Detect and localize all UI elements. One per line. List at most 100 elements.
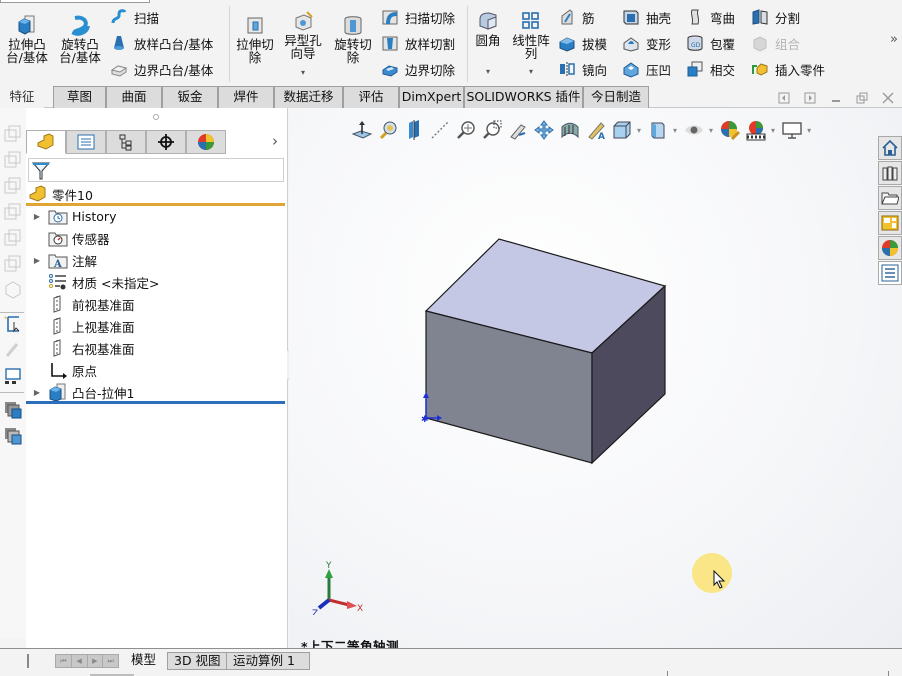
extruded-boss-button[interactable]: 拉伸凸 台/基体 bbox=[4, 14, 50, 64]
wrap-button[interactable]: GD 包覆 bbox=[686, 32, 735, 54]
expand-arrow-icon[interactable]: ▶ bbox=[26, 212, 48, 221]
insert-part-icon bbox=[752, 63, 768, 76]
combine-button[interactable]: 组合 bbox=[751, 32, 800, 54]
boundary-cut-button[interactable]: 边界切除 bbox=[381, 58, 455, 80]
tab-dimxpert-manager[interactable] bbox=[146, 130, 186, 154]
tab-configuration-manager[interactable] bbox=[106, 130, 146, 154]
draft-label: 拔模 bbox=[582, 36, 608, 52]
scroll-next-icon[interactable]: ▶ bbox=[88, 655, 104, 667]
restore-icon[interactable] bbox=[856, 92, 868, 104]
expand-arrow-icon[interactable]: ▶ bbox=[26, 256, 48, 265]
close-icon[interactable] bbox=[882, 92, 894, 104]
graphics-area[interactable]: A ▾ ▾ ▾ ▾ ▾ ✱ Y X Z *上下二等角轴测 bbox=[289, 92, 902, 654]
scroll-last-icon[interactable]: ⏭ bbox=[103, 655, 118, 667]
split-button[interactable]: 分割 bbox=[751, 6, 800, 28]
revolved-cut-button[interactable]: 旋转切 除 bbox=[330, 14, 376, 64]
tab-feature-tree[interactable] bbox=[26, 130, 66, 154]
paste-appearance-icon[interactable] bbox=[3, 426, 23, 446]
tab-display-manager[interactable] bbox=[186, 130, 226, 154]
select-tool-icon[interactable]: * bbox=[3, 314, 23, 334]
tab-solidworks-addins[interactable]: SOLIDWORKS 插件 bbox=[464, 86, 583, 108]
intersect-button[interactable]: 相交 bbox=[686, 58, 735, 80]
tab-features[interactable]: 特征 bbox=[0, 86, 44, 108]
tree-item[interactable]: 传感器 bbox=[26, 227, 110, 249]
plane-icon bbox=[53, 339, 61, 357]
tab-sketch[interactable]: 草图 bbox=[53, 86, 106, 108]
tab-model[interactable]: 模型 bbox=[125, 652, 162, 670]
tab-sheet-metal[interactable]: 钣金 bbox=[162, 86, 218, 108]
tree-item[interactable]: ▶ A 注解 bbox=[26, 249, 97, 271]
loft-button[interactable]: 放样凸台/基体 bbox=[110, 32, 213, 54]
panel-tabs-more-button[interactable]: › bbox=[272, 132, 278, 150]
linear-pattern-button[interactable]: 线性阵 列 ▾ bbox=[509, 10, 553, 78]
tab-weldments[interactable]: 焊件 bbox=[218, 86, 274, 108]
view-left-icon[interactable] bbox=[3, 176, 23, 196]
view-back-icon[interactable] bbox=[3, 150, 23, 170]
expand-arrow-icon[interactable]: ▶ bbox=[26, 388, 48, 397]
tools-disabled-icon[interactable] bbox=[3, 340, 23, 360]
panel-grip-handle[interactable] bbox=[153, 114, 159, 120]
graphics-horizontal-scrollbar[interactable] bbox=[667, 671, 889, 676]
hole-wizard-dropdown-icon[interactable]: ▾ bbox=[280, 66, 326, 79]
revolved-boss-label: 旋转凸 台/基体 bbox=[59, 37, 101, 65]
tree-item[interactable]: 上视基准面 bbox=[26, 315, 135, 337]
display-pane-icon[interactable] bbox=[3, 366, 23, 386]
reference-triad[interactable]: Y X Z bbox=[309, 560, 369, 615]
tree-item[interactable]: 材质 <未指定> bbox=[26, 271, 159, 293]
ribbon-overflow-button[interactable]: » bbox=[890, 32, 898, 47]
copy-appearance-icon[interactable] bbox=[3, 400, 23, 420]
tree-item[interactable]: 原点 bbox=[26, 359, 97, 381]
fillet-dropdown-icon[interactable]: ▾ bbox=[471, 65, 505, 78]
hole-wizard-button[interactable]: 异型孔 向导 ▾ bbox=[280, 10, 326, 79]
sweep-button[interactable]: 扫描 bbox=[110, 6, 159, 28]
combine-label: 组合 bbox=[775, 36, 801, 52]
tree-item[interactable]: 右视基准面 bbox=[26, 337, 135, 359]
bottom-splitter[interactable] bbox=[27, 654, 29, 668]
next-window-icon[interactable] bbox=[804, 92, 816, 104]
flex-label: 弯曲 bbox=[710, 10, 736, 26]
tab-mbd[interactable]: 今日制造 bbox=[583, 86, 649, 108]
minimize-icon[interactable] bbox=[830, 92, 842, 104]
linear-pattern-dropdown-icon[interactable]: ▾ bbox=[509, 65, 553, 78]
extruded-cut-button[interactable]: 拉伸切 除 bbox=[233, 14, 277, 64]
rib-button[interactable]: 筋 bbox=[558, 6, 595, 28]
previous-window-icon[interactable] bbox=[778, 92, 790, 104]
filter-funnel-icon bbox=[32, 162, 50, 180]
tab-surfaces[interactable]: 曲面 bbox=[106, 86, 162, 108]
feature-tree-filter[interactable] bbox=[28, 158, 284, 182]
tab-3d-views[interactable]: 3D 视图 bbox=[167, 652, 228, 670]
boundary-boss-button[interactable]: 边界凸台/基体 bbox=[110, 58, 213, 80]
view-right-icon[interactable] bbox=[3, 202, 23, 222]
revolved-boss-button[interactable]: 旋转凸 台/基体 bbox=[56, 14, 104, 64]
scroll-prev-icon[interactable]: ◀ bbox=[72, 655, 88, 667]
tab-evaluate[interactable]: 评估 bbox=[343, 86, 399, 108]
rollback-bar[interactable] bbox=[26, 401, 285, 404]
fillet-button[interactable]: 圆角 ▾ bbox=[471, 10, 505, 78]
view-front-icon[interactable] bbox=[3, 124, 23, 144]
tab-property-manager[interactable] bbox=[66, 130, 106, 154]
extruded-cut-label: 拉伸切 除 bbox=[236, 37, 274, 65]
mirror-button[interactable]: 镜向 bbox=[558, 58, 607, 80]
tab-dimxpert[interactable]: DimXpert bbox=[399, 86, 464, 108]
indent-button[interactable]: 压凹 bbox=[622, 58, 671, 80]
view-isometric-icon[interactable] bbox=[3, 280, 23, 300]
view-bottom-icon[interactable] bbox=[3, 254, 23, 274]
flex-button[interactable]: 弯曲 bbox=[686, 6, 735, 28]
swept-cut-button[interactable]: 扫描切除 bbox=[381, 6, 455, 28]
tab-motion-study-1[interactable]: 运动算例 1 bbox=[226, 652, 310, 670]
scroll-first-icon[interactable]: ⏮ bbox=[56, 655, 72, 667]
part-model-view[interactable]: ✱ bbox=[289, 108, 902, 654]
part-root-node[interactable]: 零件10 bbox=[28, 185, 93, 203]
tree-item[interactable]: 前视基准面 bbox=[26, 293, 135, 315]
svg-text:*: * bbox=[4, 315, 8, 323]
view-top-icon[interactable] bbox=[3, 228, 23, 248]
history-folder-icon bbox=[48, 210, 68, 225]
tab-data-migration[interactable]: 数据迁移 bbox=[274, 86, 343, 108]
lofted-cut-button[interactable]: 放样切割 bbox=[381, 32, 455, 54]
tree-item[interactable]: ▶ 凸台-拉伸1 bbox=[26, 381, 134, 403]
deform-button[interactable]: 变形 bbox=[622, 32, 671, 54]
shell-button[interactable]: 抽壳 bbox=[622, 6, 671, 28]
insert-part-button[interactable]: 插入零件 bbox=[751, 58, 825, 80]
tree-item[interactable]: ▶ History bbox=[26, 205, 116, 227]
draft-button[interactable]: 拔模 bbox=[558, 32, 607, 54]
